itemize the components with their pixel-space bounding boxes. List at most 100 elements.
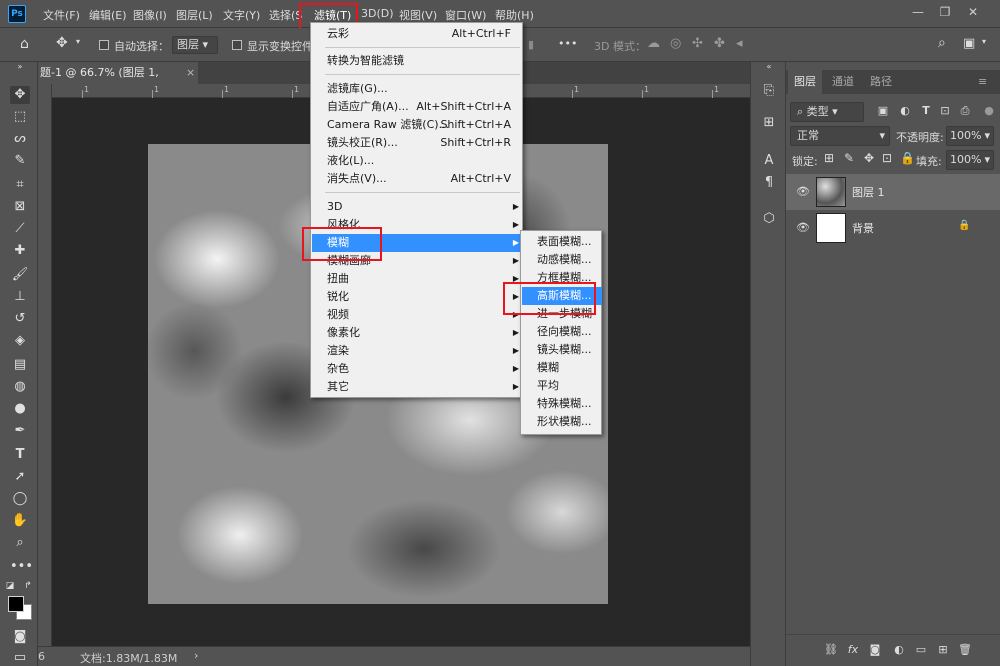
menu-3d[interactable]: 3D(D) [361,7,394,20]
menu-layer[interactable]: 图层(L) [176,7,213,23]
edit-toolbar-icon[interactable]: ••• [10,558,33,576]
fx-icon[interactable]: fx [846,643,860,657]
roll-3d-icon[interactable]: ◎ [670,36,681,51]
orbit-3d-icon[interactable]: ☁ [647,36,660,51]
path-select-tool-icon[interactable]: ➚ [10,468,30,486]
menu-help[interactable]: 帮助(H) [495,7,534,23]
filter-type-icon[interactable]: T [919,104,933,118]
lasso-tool-icon[interactable]: ᔕ [10,130,30,148]
menu-item-3d[interactable]: 3D ▶ [312,198,523,216]
auto-select-dropdown[interactable]: 图层 ▾ [172,36,218,54]
zoom-tool-icon[interactable]: ⌕ [10,534,30,552]
screen-mode-icon[interactable]: ▭ [10,651,30,664]
minimize-icon[interactable]: — [910,4,926,20]
filter-pixel-icon[interactable]: ▣ [876,104,890,118]
visibility-eye-icon[interactable]: 👁 [796,185,810,198]
menu-item-vanishing-point[interactable]: 消失点(V)... Alt+Ctrl+V [312,170,523,188]
distribute-icon[interactable]: ▮ [528,38,534,51]
menu-item-other[interactable]: 其它 ▶ [312,378,523,396]
marquee-tool-icon[interactable]: ⬚ [10,108,30,126]
move-tool-icon[interactable]: ✥ [10,86,30,104]
menu-item-distort[interactable]: 扭曲 ▶ [312,270,523,288]
type-tool-icon[interactable]: T [10,446,30,464]
crop-tool-icon[interactable]: ⌗ [10,176,30,194]
menu-edit[interactable]: 编辑(E) [89,7,127,23]
add-mask-icon[interactable]: ◙ [868,643,882,657]
character-panel-icon[interactable]: A [760,152,778,170]
menu-select[interactable]: 选择(S [269,7,302,23]
opacity-field[interactable]: 100% ▾ [946,126,994,146]
zoom-readout[interactable]: 6 [38,650,45,663]
eraser-tool-icon[interactable]: ◈ [10,332,30,350]
submenu-item-smart-blur[interactable]: 特殊模糊... [522,395,602,413]
workspace-chevron-icon[interactable]: ▾ [982,37,986,46]
more-options-icon[interactable]: ••• [558,37,577,50]
visibility-eye-icon[interactable]: 👁 [796,221,810,234]
document-close-icon[interactable]: × [186,62,195,84]
filter-adjustment-icon[interactable]: ◐ [898,104,912,118]
menu-item-liquify[interactable]: 液化(L)... [312,152,523,170]
panel-menu-icon[interactable]: ≡ [978,70,987,94]
lock-artboard-icon[interactable]: ⊡ [882,151,892,165]
gradient-tool-icon[interactable]: ▤ [10,356,30,374]
lock-transparent-icon[interactable]: ⊞ [824,151,834,165]
lock-position-icon[interactable]: ✥ [864,151,874,165]
pen-tool-icon[interactable]: ✒ [10,422,30,440]
tab-channels[interactable]: 通道 [826,70,860,94]
quick-select-tool-icon[interactable]: ✎ [10,152,30,170]
layer-name[interactable]: 背景 [852,220,874,236]
quick-mask-icon[interactable]: ◙ [10,628,30,646]
status-chevron-icon[interactable]: › [194,649,198,662]
adjustment-layer-icon[interactable]: ◐ [892,643,906,657]
group-folder-icon[interactable]: ▭ [914,643,928,657]
menu-item-pixelate[interactable]: 像素化 ▶ [312,324,523,342]
pan-3d-icon[interactable]: ✣ [692,36,703,51]
menu-item-sharpen[interactable]: 锐化 ▶ [312,288,523,306]
blend-mode-dropdown[interactable]: 正常 ▾ [790,126,890,146]
collapse-icon[interactable]: » [10,62,30,72]
menu-type[interactable]: 文字(Y) [223,7,260,23]
home-icon[interactable]: ⌂ [20,36,29,52]
tab-layers[interactable]: 图层 [788,70,822,94]
link-layers-icon[interactable]: ⛓ [824,643,838,657]
document-tab[interactable]: 题-1 @ 66.7% (图层 1, RGB/8) * [38,62,198,101]
collapse-icon[interactable]: « [760,62,778,72]
filter-smart-icon[interactable]: ⎙ [958,104,972,118]
menu-item-filter-gallery[interactable]: 滤镜库(G)... [312,80,523,98]
submenu-item-shape-blur[interactable]: 形状模糊... [522,413,602,431]
dodge-tool-icon[interactable]: ● [10,400,30,418]
blur-tool-icon[interactable]: ◍ [10,378,30,396]
history-brush-tool-icon[interactable]: ↺ [10,310,30,328]
auto-select-checkbox[interactable] [99,40,109,50]
menu-item-lens-correction[interactable]: 镜头校正(R)... Shift+Ctrl+R [312,134,523,152]
fill-field[interactable]: 100% ▾ [946,150,994,170]
submenu-item-blur[interactable]: 模糊 [522,359,602,377]
move-tool-icon[interactable]: ✥ [56,35,68,51]
default-colors-icon[interactable]: ◪ [4,577,16,595]
menu-item-render[interactable]: 渲染 ▶ [312,342,523,360]
delete-layer-icon[interactable]: 🗑 [958,643,972,657]
layer-name[interactable]: 图层 1 [852,184,885,200]
scale-3d-icon[interactable]: ◂ [736,36,743,51]
close-icon[interactable]: ✕ [965,4,981,20]
menu-item-clouds[interactable]: 云彩 Alt+Ctrl+F [312,25,523,43]
history-panel-icon[interactable]: ⎘ [760,82,778,100]
menu-item-camera-raw[interactable]: Camera Raw 滤镜(C)... Shift+Ctrl+A [312,116,523,134]
submenu-item-surface-blur[interactable]: 表面模糊... [522,233,602,251]
submenu-item-lens-blur[interactable]: 镜头模糊... [522,341,602,359]
show-transform-checkbox[interactable] [232,40,242,50]
filter-kind-dropdown[interactable]: ⌕ 类型 ▾ [790,102,864,122]
stamp-tool-icon[interactable]: ⊥ [10,288,30,306]
filter-toggle-icon[interactable]: ● [982,104,996,118]
menu-item-convert-smart-filter[interactable]: 转换为智能滤镜 [312,52,523,70]
swap-colors-icon[interactable]: ↱ [22,577,34,595]
brush-tool-icon[interactable]: 🖌 [10,266,30,284]
menu-window[interactable]: 窗口(W) [445,7,486,23]
menu-image[interactable]: 图像(I) [133,7,167,23]
new-layer-icon[interactable]: ⊞ [936,643,950,657]
search-icon[interactable]: ⌕ [938,35,946,51]
tab-paths[interactable]: 路径 [864,70,898,94]
3d-panel-icon[interactable]: ⬡ [760,210,778,228]
paragraph-panel-icon[interactable]: ¶ [760,174,778,192]
layer-row-background[interactable]: 👁 背景 🔒 [786,210,1000,246]
